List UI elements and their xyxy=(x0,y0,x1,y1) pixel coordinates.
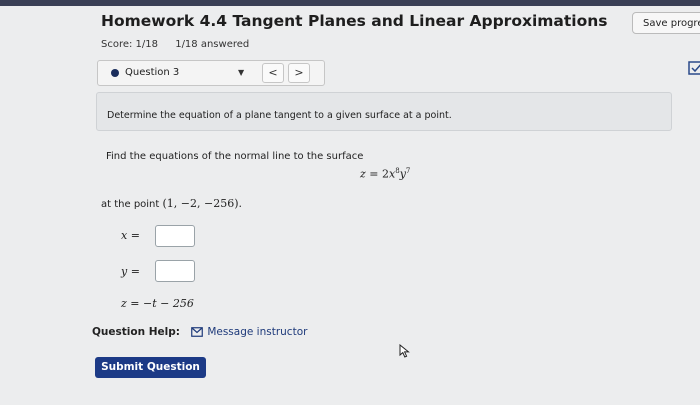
top-bar xyxy=(0,0,700,6)
point-value: (1, −2, −256). xyxy=(162,197,243,210)
question-selector[interactable]: Question 3 ▼ < > xyxy=(97,60,325,86)
dropdown-caret-icon[interactable]: ▼ xyxy=(238,68,244,77)
question-help-label: Question Help: xyxy=(92,326,180,338)
question-help: Question Help: Message instructor xyxy=(92,326,307,338)
instructions-panel: Determine the equation of a plane tangen… xyxy=(96,92,672,131)
instructions-text: Determine the equation of a plane tangen… xyxy=(107,110,452,121)
mouse-cursor-icon xyxy=(399,344,410,358)
question-selector-label: Question 3 xyxy=(125,67,180,78)
edit-icon[interactable] xyxy=(688,60,700,76)
message-instructor-link[interactable]: Message instructor xyxy=(207,326,307,338)
question-status-dot-icon xyxy=(111,69,119,77)
x-answer-input[interactable] xyxy=(155,225,195,247)
answered-count: 1/18 answered xyxy=(175,39,250,50)
assignment-title: Homework 4.4 Tangent Planes and Linear A… xyxy=(101,12,608,30)
question-prompt: Find the equations of the normal line to… xyxy=(106,151,364,162)
save-progress-button[interactable]: Save progress xyxy=(632,12,700,34)
score-line: Score: 1/18 1/18 answered xyxy=(101,39,263,50)
point-statement: at the point (1, −2, −256). xyxy=(101,197,242,210)
mail-icon xyxy=(191,327,204,337)
x-equation-label: x = xyxy=(121,229,140,242)
y-equation-label: y = xyxy=(121,265,140,278)
z-equation: z = −t − 256 xyxy=(121,297,194,310)
next-question-button[interactable]: > xyxy=(288,63,310,83)
surface-equation: z = 2x8y7 xyxy=(360,167,411,181)
y-answer-input[interactable] xyxy=(155,260,195,282)
prev-question-button[interactable]: < xyxy=(262,63,284,83)
score-value: Score: 1/18 xyxy=(101,39,159,50)
point-label: at the point xyxy=(101,199,163,210)
submit-question-button[interactable]: Submit Question xyxy=(95,357,206,378)
